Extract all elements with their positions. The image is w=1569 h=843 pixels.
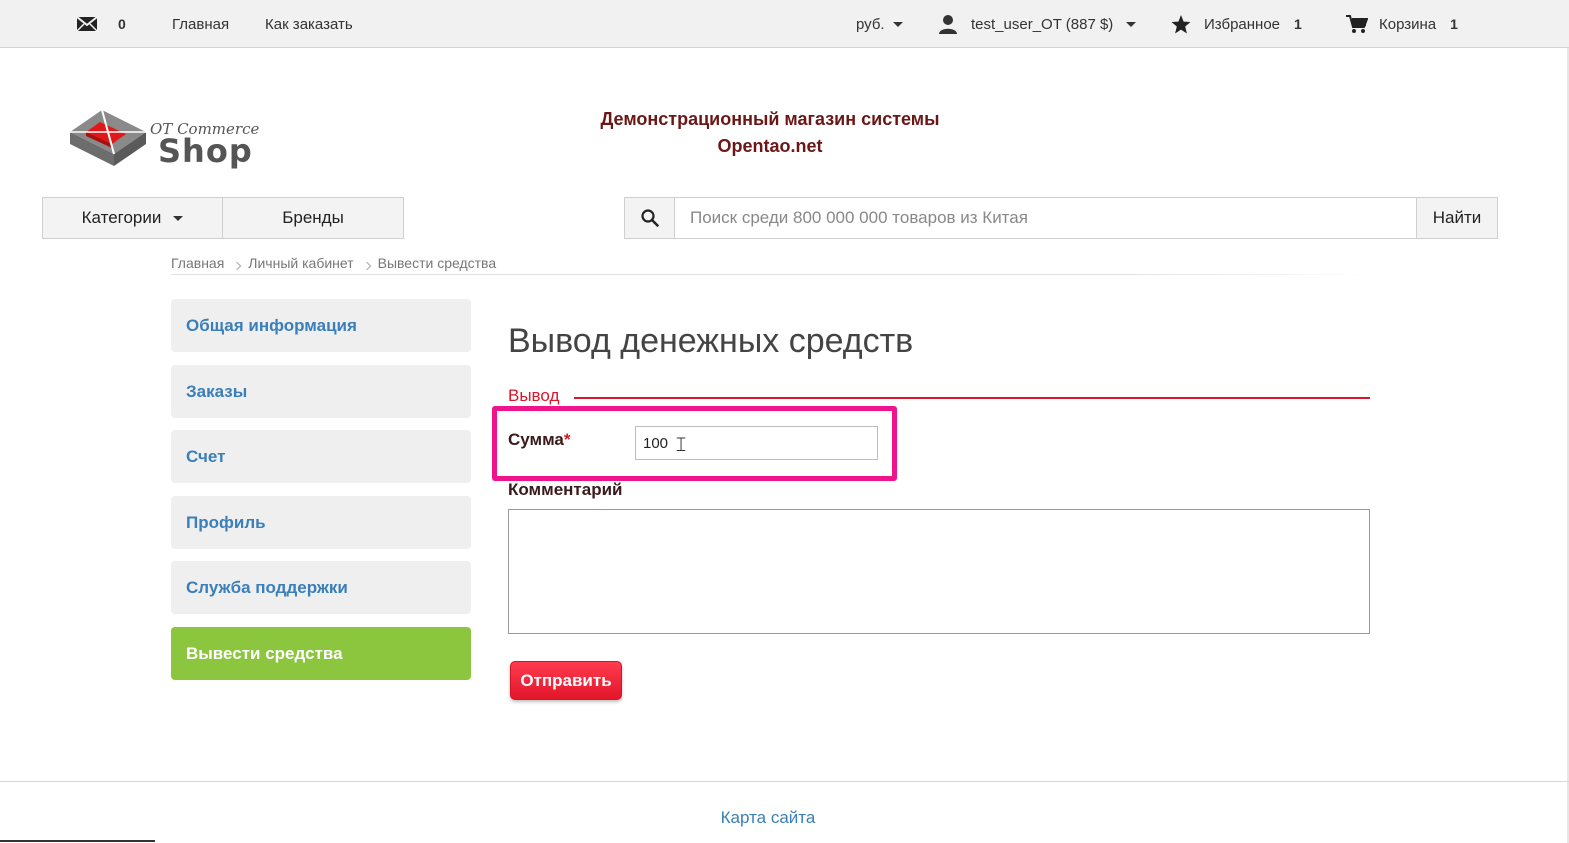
search-button[interactable]: Найти xyxy=(1416,198,1497,238)
bottom-strip xyxy=(0,840,155,842)
submit-button[interactable]: Отправить xyxy=(510,661,622,700)
envelope-icon xyxy=(76,16,98,32)
favorites-link[interactable]: Избранное 1 xyxy=(1171,0,1302,48)
text-cursor-icon: 𝙸 xyxy=(674,432,689,456)
chevron-right-icon xyxy=(233,261,242,271)
categories-dropdown[interactable]: Категории xyxy=(42,197,223,239)
sitemap-link[interactable]: Карта сайта xyxy=(0,808,1536,828)
brands-button[interactable]: Бренды xyxy=(222,197,404,239)
top-bar: 0 Главная Как заказать руб. test_user_OT… xyxy=(0,0,1569,48)
chevron-down-icon xyxy=(173,215,184,221)
search-bar: Найти xyxy=(624,197,1498,239)
breadcrumb-divider xyxy=(171,274,1371,275)
search-icon-button[interactable] xyxy=(625,198,675,238)
form-legend: Вывод xyxy=(508,386,560,405)
breadcrumb-current: Вывести средства xyxy=(377,255,497,271)
sidebar-item-general-info[interactable]: Общая информация xyxy=(171,299,471,352)
favorites-label: Избранное xyxy=(1204,15,1281,33)
breadcrumb-account[interactable]: Личный кабинет xyxy=(248,255,353,271)
required-mark: * xyxy=(563,430,571,449)
messages-count: 0 xyxy=(118,16,126,32)
page-title: Вывод денежных средств xyxy=(508,322,914,360)
chevron-down-icon xyxy=(892,21,903,27)
cart-label: Корзина xyxy=(1379,15,1437,33)
currency-value: руб. xyxy=(856,15,885,33)
sum-label: Сумма* xyxy=(508,430,571,450)
slogan-line-1: Демонстрационный магазин системы xyxy=(600,109,940,129)
footer-divider xyxy=(0,781,1569,782)
comment-label: Комментарий xyxy=(508,480,623,499)
slogan-line-2: Opentao.net xyxy=(717,136,823,156)
favorites-count: 1 xyxy=(1294,16,1302,32)
logo-text-main: Shop xyxy=(158,132,253,170)
sum-label-text: Сумма xyxy=(508,430,564,449)
comment-textarea[interactable] xyxy=(508,509,1370,634)
chevron-down-icon xyxy=(1126,21,1137,27)
user-menu[interactable]: test_user_OT (887 $) xyxy=(938,0,1137,48)
cart-count: 1 xyxy=(1450,16,1458,32)
site-logo[interactable]: OT Commerce Shop xyxy=(66,104,276,176)
search-input[interactable] xyxy=(675,198,1417,238)
sidebar-item-support[interactable]: Служба поддержки xyxy=(171,561,471,614)
star-icon xyxy=(1171,14,1191,33)
user-name: test_user_OT (887 $) xyxy=(971,15,1114,33)
chevron-right-icon xyxy=(362,261,371,271)
cart-link[interactable]: Корзина 1 xyxy=(1346,0,1458,48)
sidebar-item-orders[interactable]: Заказы xyxy=(171,365,471,418)
cart-icon xyxy=(1346,15,1368,33)
categories-label: Категории xyxy=(81,208,162,227)
messages-link[interactable]: 0 xyxy=(76,0,126,48)
sidebar-item-withdraw[interactable]: Вывести средства xyxy=(171,627,471,680)
currency-dropdown[interactable]: руб. xyxy=(856,0,903,48)
user-icon xyxy=(939,15,957,34)
brands-label: Бренды xyxy=(282,208,344,227)
sum-input[interactable] xyxy=(635,426,878,460)
site-slogan: Демонстрационный магазин системы Opentao… xyxy=(560,106,980,160)
nav-home-link[interactable]: Главная xyxy=(172,0,229,48)
nav-how-to-order-link[interactable]: Как заказать xyxy=(265,0,353,48)
breadcrumb: Главная Личный кабинет Вывести средства xyxy=(171,253,496,273)
sidebar-item-account[interactable]: Счет xyxy=(171,430,471,483)
breadcrumb-home[interactable]: Главная xyxy=(171,255,224,271)
sidebar-item-profile[interactable]: Профиль xyxy=(171,496,471,549)
search-icon xyxy=(640,209,659,227)
legend-divider xyxy=(574,397,1370,399)
